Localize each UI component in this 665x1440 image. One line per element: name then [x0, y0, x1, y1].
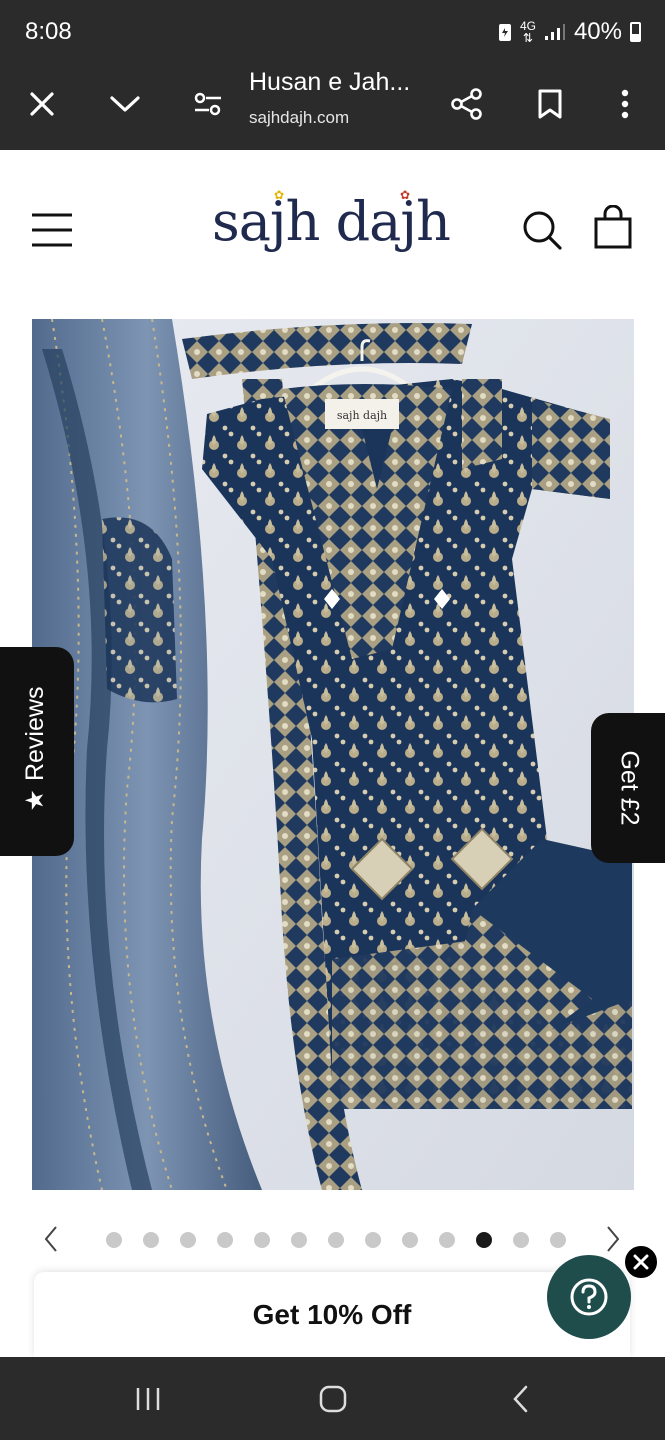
more-vert-icon	[621, 89, 629, 119]
carousel-dot[interactable]	[476, 1232, 492, 1248]
carousel-dot[interactable]	[106, 1232, 122, 1248]
carousel-dot[interactable]	[513, 1232, 529, 1248]
search-button[interactable]	[520, 208, 564, 252]
status-bar: 8:08 4G ⇅ 40%	[0, 0, 665, 62]
carousel-dot[interactable]	[402, 1232, 418, 1248]
home-button[interactable]	[311, 1377, 355, 1421]
signal-icon	[544, 24, 565, 40]
carousel-dot[interactable]	[291, 1232, 307, 1248]
carousel-next-button[interactable]	[598, 1222, 628, 1256]
site-settings-button[interactable]	[180, 76, 236, 132]
carousel-dot[interactable]	[550, 1232, 566, 1248]
chevron-down-icon	[110, 96, 140, 112]
carousel-dot[interactable]	[328, 1232, 344, 1248]
chevron-left-icon	[44, 1226, 57, 1252]
discount-label: Get 10% Off	[252, 1298, 412, 1330]
chevron-right-icon	[607, 1226, 620, 1252]
search-icon	[523, 211, 562, 250]
carousel-dot[interactable]	[180, 1232, 196, 1248]
help-question-icon	[570, 1278, 608, 1316]
product-image[interactable]: sajh dajh	[32, 319, 634, 1190]
close-help-button[interactable]	[623, 1244, 659, 1280]
recent-apps-icon	[136, 1388, 160, 1410]
star-icon: ★	[21, 789, 49, 812]
close-icon	[633, 1254, 649, 1270]
status-time: 8:08	[25, 18, 72, 45]
battery-icon	[630, 22, 641, 42]
site-logo[interactable]: sajh dajh ✿ ✿	[212, 188, 451, 253]
site-header: sajh dajh ✿ ✿	[0, 150, 665, 318]
garment-label-text: sajh dajh	[337, 409, 387, 422]
cart-button[interactable]	[592, 204, 634, 251]
discount-popup-bar[interactable]: Get 10% Off	[34, 1272, 630, 1357]
minimize-button[interactable]	[97, 76, 153, 132]
close-tab-button[interactable]	[14, 76, 70, 132]
share-button[interactable]	[439, 76, 495, 132]
tune-icon	[194, 92, 221, 116]
referral-label: Get £2	[615, 750, 644, 826]
recent-apps-button[interactable]	[126, 1377, 170, 1421]
carousel-dot[interactable]	[217, 1232, 233, 1248]
bookmark-icon	[538, 89, 562, 119]
network-type: 4G ⇅	[519, 19, 536, 45]
page-url[interactable]: sajhdajh.com	[249, 108, 349, 128]
share-icon	[451, 88, 482, 120]
hamburger-menu-icon	[32, 213, 72, 247]
help-button[interactable]	[547, 1255, 631, 1339]
carousel-prev-button[interactable]	[36, 1222, 66, 1256]
bookmark-button[interactable]	[522, 76, 578, 132]
browser-toolbar: Husan e Jah... sajhdajh.com	[0, 62, 665, 150]
page-title[interactable]: Husan e Jah...	[249, 68, 410, 97]
android-navigation-bar	[0, 1357, 665, 1440]
referral-tab[interactable]: Get £2	[591, 713, 665, 863]
carousel-dots	[106, 1232, 566, 1248]
close-icon	[30, 92, 54, 116]
product-photo-illustration: sajh dajh	[32, 319, 634, 1190]
carousel-dot[interactable]	[365, 1232, 381, 1248]
logo-flower-icon: ✿	[274, 188, 284, 202]
reviews-label: Reviews	[20, 686, 49, 782]
carousel-dot[interactable]	[143, 1232, 159, 1248]
status-icons: 4G ⇅ 40%	[498, 18, 641, 46]
carousel-dot[interactable]	[254, 1232, 270, 1248]
battery-percent: 40%	[573, 18, 622, 45]
home-icon	[319, 1385, 347, 1413]
shopping-bag-icon	[594, 204, 632, 249]
logo-flower-icon: ✿	[400, 188, 410, 202]
more-options-button[interactable]	[597, 76, 653, 132]
back-button[interactable]	[498, 1377, 542, 1421]
carousel-dot[interactable]	[439, 1232, 455, 1248]
back-icon	[513, 1385, 528, 1413]
data-saver-icon	[498, 24, 511, 41]
menu-button[interactable]	[28, 210, 76, 250]
reviews-tab[interactable]: ★ Reviews	[0, 647, 74, 856]
